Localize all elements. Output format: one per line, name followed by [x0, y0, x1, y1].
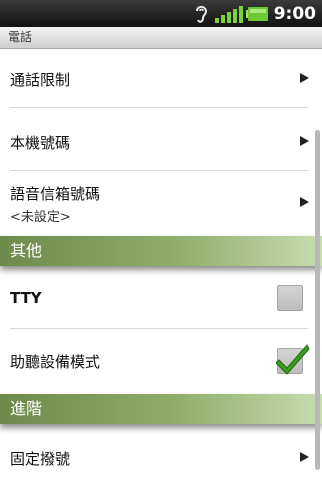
fixed-dialing-item[interactable]: 固定撥號: [0, 424, 322, 480]
section-header-advanced: 進階: [0, 394, 322, 424]
status-icons: 9:00: [191, 0, 322, 27]
scrollbar[interactable]: [315, 130, 320, 470]
voicemail-number-label: 語音信箱號碼: [10, 185, 101, 203]
tty-item[interactable]: TTY: [0, 266, 322, 328]
fixed-dialing-label: 固定撥號: [10, 450, 71, 468]
chevron-right-icon: [300, 73, 309, 83]
voicemail-number-item[interactable]: 語音信箱號碼 <未設定>: [0, 171, 322, 235]
settings-list: 通話限制 本機號碼 語音信箱號碼 <未設定> 其他 TTY 助聽設備模式 進階 …: [0, 49, 322, 480]
tty-checkbox[interactable]: [277, 285, 303, 311]
signal-strength-icon: [214, 5, 243, 23]
voicemail-number-summary: <未設定>: [10, 210, 71, 225]
chevron-right-icon: [300, 197, 309, 207]
page-title: 電話: [0, 27, 322, 49]
hearing-aid-mode-item[interactable]: 助聽設備模式: [0, 329, 322, 393]
checkmark-icon: [276, 344, 310, 375]
hearing-aid-mode-checkbox[interactable]: [276, 344, 310, 375]
call-barring-item[interactable]: 通話限制: [0, 49, 322, 107]
section-header-other: 其他: [0, 236, 322, 266]
hearing-aid-mode-label: 助聽設備模式: [10, 353, 101, 371]
status-bar: 9:00: [0, 0, 322, 27]
chevron-right-icon: [300, 452, 309, 462]
battery-icon: [245, 6, 268, 21]
status-clock: 9:00: [273, 3, 316, 24]
chevron-right-icon: [300, 136, 309, 146]
my-number-item[interactable]: 本機號碼: [0, 108, 322, 170]
call-barring-label: 通話限制: [10, 71, 71, 89]
tty-label: TTY: [10, 289, 42, 307]
hearing-aid-icon: [195, 5, 207, 23]
my-number-label: 本機號碼: [10, 134, 71, 152]
